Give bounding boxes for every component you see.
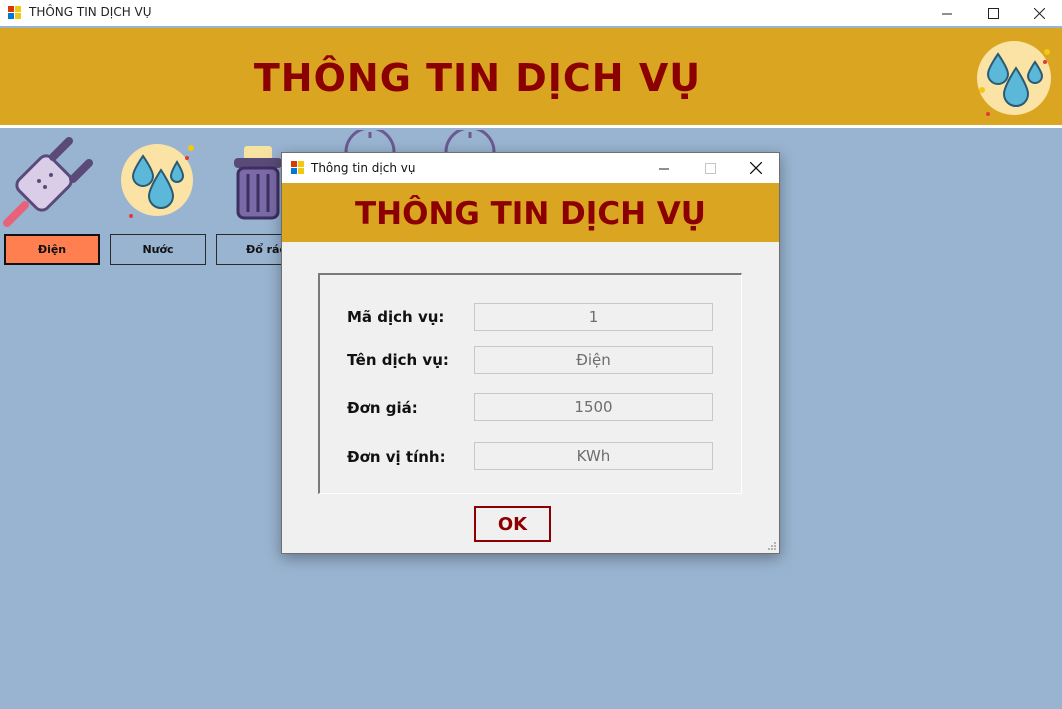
maximize-icon — [987, 7, 999, 19]
service-name-field[interactable]: Điện — [474, 346, 713, 374]
unit-price-field[interactable]: 1500 — [474, 393, 713, 421]
dialog-banner-title: THÔNG TIN DỊCH VỤ — [355, 196, 706, 232]
water-drops-icon — [977, 41, 1051, 116]
service-button-dien[interactable]: Điện — [4, 234, 100, 265]
dialog-titlebar: Thông tin dịch vụ — [282, 153, 779, 183]
plug-icon — [3, 137, 93, 227]
window-title: THÔNG TIN DỊCH VỤ — [29, 5, 152, 19]
app-icon — [291, 161, 304, 174]
close-button[interactable] — [1016, 0, 1062, 26]
close-icon — [750, 162, 762, 174]
service-icon-5 — [444, 130, 496, 153]
service-info-dialog: Thông tin dịch vụ THÔNG TIN DỊCH VỤ Mã d… — [281, 152, 780, 554]
page-title: THÔNG TIN DỊCH VỤ — [253, 56, 702, 100]
ok-button[interactable]: OK — [474, 506, 551, 542]
service-name-label: Tên dịch vụ: — [347, 351, 449, 369]
unit-price-label: Đơn giá: — [347, 399, 418, 417]
dialog-title: Thông tin dịch vụ — [311, 161, 416, 175]
maximize-icon — [704, 162, 716, 174]
service-id-label: Mã dịch vụ: — [347, 308, 445, 326]
dialog-close-button[interactable] — [733, 153, 779, 183]
maximize-button[interactable] — [970, 0, 1016, 26]
banner-divider — [0, 125, 1062, 128]
water-drops-icon — [121, 144, 194, 218]
service-button-nuoc[interactable]: Nước — [110, 234, 206, 265]
minimize-button[interactable] — [924, 0, 970, 26]
unit-field[interactable]: KWh — [474, 442, 713, 470]
minimize-icon — [658, 168, 669, 169]
service-id-field[interactable]: 1 — [474, 303, 713, 331]
dialog-maximize-button[interactable] — [687, 153, 733, 183]
app-icon — [8, 6, 21, 19]
minimize-icon — [941, 13, 952, 14]
service-icon-4 — [344, 130, 396, 153]
unit-label: Đơn vị tính: — [347, 448, 446, 466]
dialog-minimize-button[interactable] — [641, 153, 687, 183]
close-icon — [1033, 7, 1045, 19]
resize-grip-icon[interactable] — [767, 541, 777, 551]
main-titlebar: THÔNG TIN DỊCH VỤ — [0, 0, 1062, 26]
trash-bin-icon — [234, 146, 282, 220]
